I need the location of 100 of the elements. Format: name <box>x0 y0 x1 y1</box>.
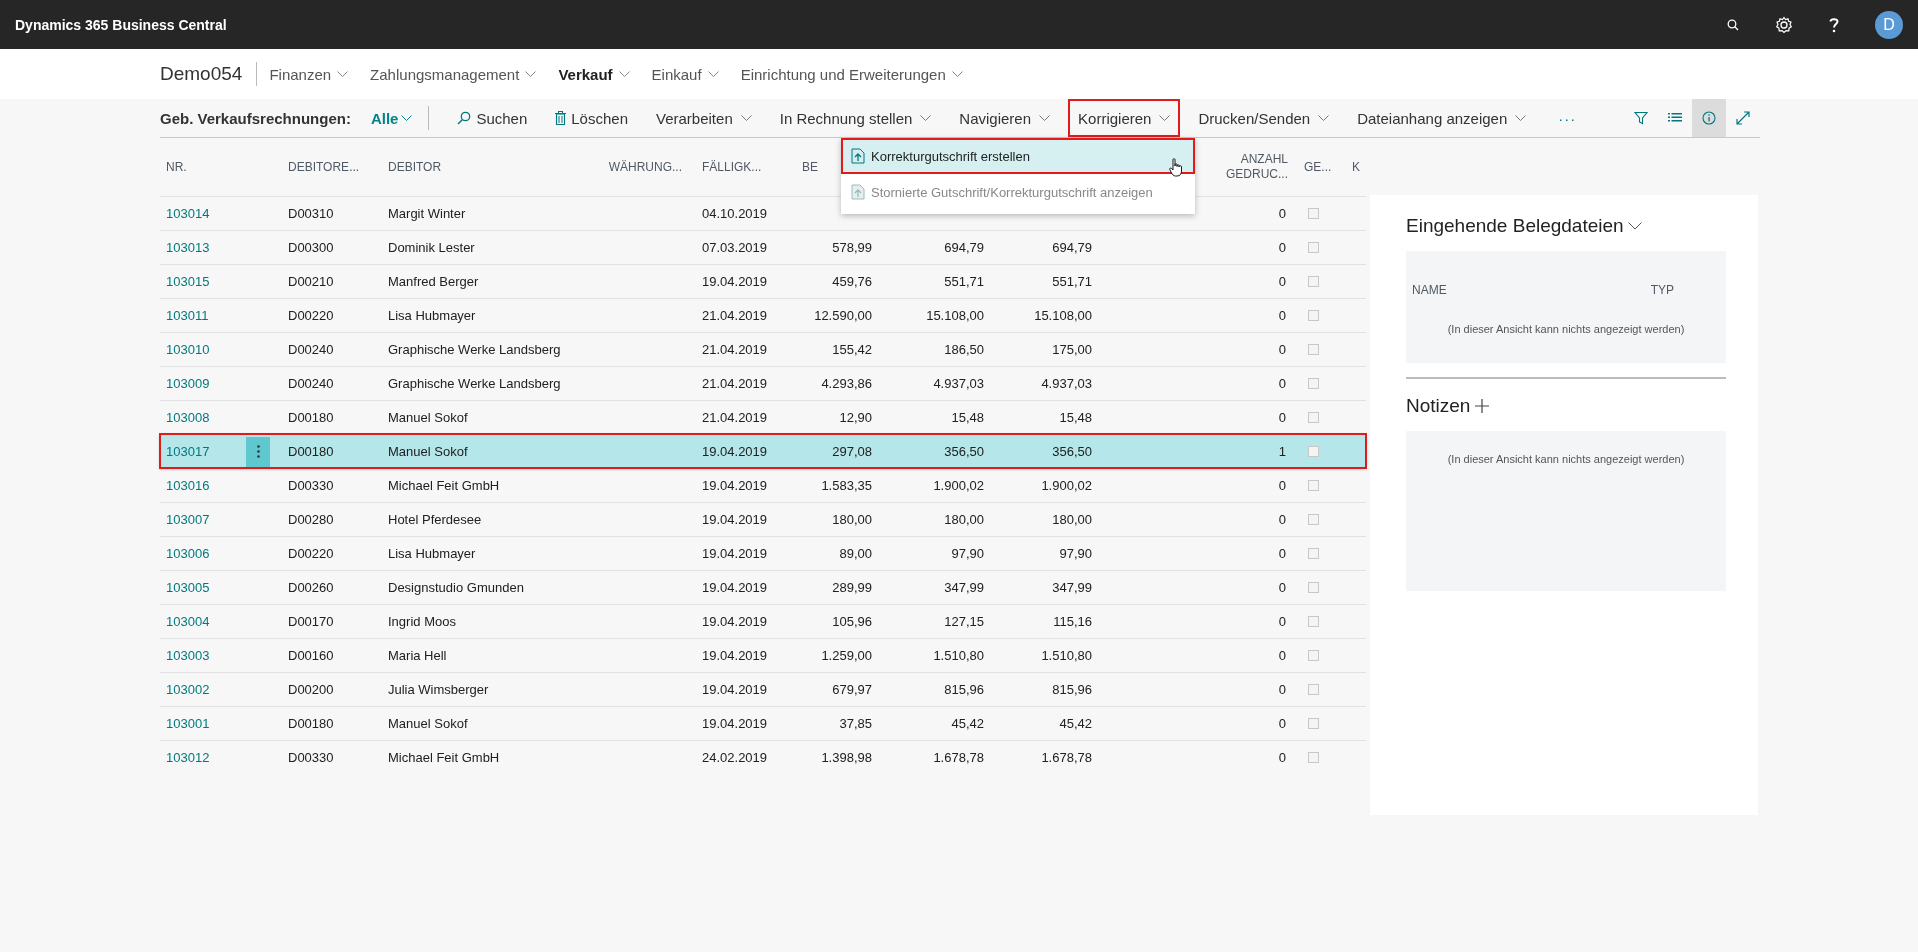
action-menu-button[interactable]: In Rechnung stellen <box>769 99 942 137</box>
table-row[interactable]: 103010 D00240 Graphische Werke Landsberg 21.04.2019 155,42 186,50 175,00 0 <box>160 332 1366 366</box>
invoice-number-link[interactable]: 103006 <box>160 546 246 561</box>
invoice-number-link[interactable]: 103002 <box>160 682 246 697</box>
column-header[interactable]: FÄLLIGK... <box>696 160 796 174</box>
invoice-number-link[interactable]: 103005 <box>160 580 246 595</box>
checkbox[interactable] <box>1308 412 1319 423</box>
checkbox[interactable] <box>1308 310 1319 321</box>
table-cell-text: 0 <box>1277 376 1287 391</box>
table-cell: 180,00 <box>1052 512 1092 527</box>
section-title[interactable]: Eingehende Belegdateien <box>1406 215 1624 237</box>
more-button[interactable]: ··· <box>1558 109 1577 127</box>
table-cell-text: 19.04.2019 <box>701 716 769 731</box>
invoice-number-link[interactable]: 103011 <box>160 308 246 323</box>
action-menu-button[interactable]: Dateianhang anzeigen <box>1347 99 1537 137</box>
checkbox[interactable] <box>1308 276 1319 287</box>
table-row[interactable]: 103005 D00260 Designstudio Gmunden 19.04.2019 289,99 347,99 347,99 0 <box>160 570 1366 604</box>
action-menu-button[interactable]: Korrigieren <box>1068 99 1181 137</box>
invoice-number-link[interactable]: 103016 <box>160 478 246 493</box>
help-icon[interactable] <box>1829 16 1839 33</box>
table-row[interactable]: 103003 D00160 Maria Hell 19.04.2019 1.259,00 1.510,80 1.510,80 0 <box>160 638 1366 672</box>
checkbox[interactable] <box>1308 616 1319 627</box>
nav-menu-item[interactable]: Zahlungsmanagement <box>370 65 537 83</box>
checkbox[interactable] <box>1308 378 1319 389</box>
table-row[interactable]: 103015 D00210 Manfred Berger 19.04.2019 459,76 551,71 551,71 0 <box>160 264 1366 298</box>
table-cell-text: 19.04.2019 <box>701 648 769 663</box>
table-cell-text: Graphische Werke Landsberg <box>387 376 562 391</box>
checkbox[interactable] <box>1308 480 1319 491</box>
checkbox[interactable] <box>1308 548 1319 559</box>
table-row[interactable]: 103006 D00220 Lisa Hubmayer 19.04.2019 89,00 97,90 97,90 0 <box>160 536 1366 570</box>
invoice-number-link[interactable]: 103009 <box>160 376 246 391</box>
checkbox[interactable] <box>1308 344 1319 355</box>
table-cell-text: Maria Hell <box>387 648 448 663</box>
checkbox[interactable] <box>1308 684 1319 695</box>
add-icon[interactable] <box>1474 398 1491 414</box>
table-cell-text: D00240 <box>287 376 335 391</box>
company-name[interactable]: Demo054 <box>160 63 243 85</box>
table-cell-text: 0 <box>1277 546 1287 561</box>
invoice-number-link[interactable]: 103012 <box>160 750 246 765</box>
table-row[interactable]: 103007 D00280 Hotel Pferdesee 19.04.2019 180,00 180,00 180,00 0 <box>160 502 1366 536</box>
table-cell-text: D00180 <box>287 716 335 731</box>
invoice-number-link[interactable]: 103004 <box>160 614 246 629</box>
checkbox[interactable] <box>1308 718 1319 729</box>
table-cell-text: D00240 <box>287 342 335 357</box>
action-menu-button[interactable]: Drucken/Senden <box>1188 99 1340 137</box>
table-row[interactable]: 103013 D00300 Dominik Lester 07.03.2019 578,99 694,79 694,79 0 <box>160 230 1366 264</box>
checkbox[interactable] <box>1308 208 1319 219</box>
delete-button[interactable]: Löschen <box>545 99 638 137</box>
table-cell-text: Manfred Berger <box>387 274 480 289</box>
nav-menu-item[interactable]: Verkauf <box>558 65 630 83</box>
table-cell: 37,85 <box>839 716 872 731</box>
table-cell-text: 0 <box>1277 648 1287 663</box>
table-row[interactable]: 103012 D00330 Michael Feit GmbH 24.02.2019 1.398,98 1.678,78 1.678,78 0 <box>160 740 1366 774</box>
column-header[interactable]: NR. <box>160 160 246 174</box>
settings-icon[interactable] <box>1775 15 1793 34</box>
invoice-number-link[interactable]: 103007 <box>160 512 246 527</box>
table-cell-text: D00210 <box>287 274 335 289</box>
nav-menu-item[interactable]: Einkauf <box>651 65 719 83</box>
row-actions-button[interactable] <box>246 436 270 467</box>
checkbox[interactable] <box>1308 242 1319 253</box>
invoice-number-link[interactable]: 103003 <box>160 648 246 663</box>
invoice-number-link[interactable]: 103008 <box>160 410 246 425</box>
menu-item[interactable]: Korrekturgutschrift erstellen <box>841 138 1195 174</box>
selected-row[interactable]: 103017 D00180 Manuel Sokof 19.04.2019 297,08 356,50 356,50 1 <box>160 434 1366 468</box>
table-row[interactable]: 103016 D00330 Michael Feit GmbH 19.04.2019 1.583,35 1.900,02 1.900,02 0 <box>160 468 1366 502</box>
checkbox[interactable] <box>1308 446 1319 457</box>
invoice-number-link[interactable]: 103001 <box>160 716 246 731</box>
invoice-number-link[interactable]: 103015 <box>160 274 246 289</box>
column-header[interactable]: WÄHRUNG... <box>588 160 696 174</box>
checkbox[interactable] <box>1308 582 1319 593</box>
table-row[interactable]: 103002 D00200 Julia Wimsberger 19.04.2019 679,97 815,96 815,96 0 <box>160 672 1366 706</box>
table-cell: 1.398,98 <box>821 750 872 765</box>
column-header[interactable]: DEBITOR <box>382 160 588 174</box>
column-header[interactable]: K <box>1346 160 1366 174</box>
invoice-number-link[interactable]: 103014 <box>160 206 246 221</box>
search-icon[interactable] <box>1727 18 1739 31</box>
nav-menu-item[interactable]: Einrichtung und Erweiterungen <box>740 65 963 83</box>
table-cell: 15.108,00 <box>926 308 984 323</box>
checkbox[interactable] <box>1308 650 1319 661</box>
table-row[interactable]: 103001 D00180 Manuel Sokof 19.04.2019 37,85 45,42 45,42 0 <box>160 706 1366 740</box>
info-icon[interactable] <box>1692 99 1726 137</box>
column-header[interactable]: GE... <box>1298 160 1346 174</box>
checkbox[interactable] <box>1308 514 1319 525</box>
checkbox[interactable] <box>1308 752 1319 763</box>
invoice-number-link[interactable]: 103010 <box>160 342 246 357</box>
action-menu-button[interactable]: Navigieren <box>949 99 1061 137</box>
column-header[interactable]: DEBITORE... <box>282 160 382 174</box>
invoice-number-link[interactable]: 103017 <box>160 444 246 459</box>
table-row[interactable]: 103009 D00240 Graphische Werke Landsberg 21.04.2019 4.293,86 4.937,03 4.937,03 0 <box>160 366 1366 400</box>
chevron-down-icon[interactable] <box>1627 222 1642 230</box>
column-header[interactable]: ANZAHL GEDRUC... <box>1210 152 1298 182</box>
filter-dropdown[interactable]: Alle <box>370 109 413 127</box>
table-row[interactable]: 103004 D00170 Ingrid Moos 19.04.2019 105,96 127,15 115,16 0 <box>160 604 1366 638</box>
search-button[interactable]: Suchen <box>447 99 538 137</box>
table-cell: 1.678,78 <box>933 750 984 765</box>
nav-menu-item[interactable]: Finanzen <box>269 65 349 83</box>
table-cell: 1.900,02 <box>1041 478 1092 493</box>
action-menu-button[interactable]: Verarbeiten <box>646 99 762 137</box>
table-row[interactable]: 103011 D00220 Lisa Hubmayer 21.04.2019 12.590,00 15.108,00 15.108,00 0 <box>160 298 1366 332</box>
invoice-number-link[interactable]: 103013 <box>160 240 246 255</box>
